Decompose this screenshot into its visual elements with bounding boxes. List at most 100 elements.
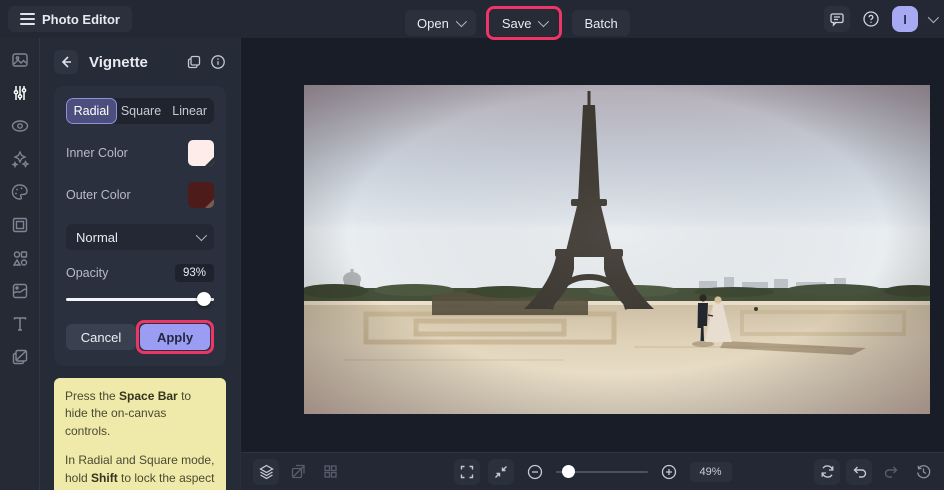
photo-eiffel-tower[interactable] bbox=[304, 85, 930, 414]
zoom-out-button[interactable] bbox=[521, 459, 547, 485]
app-title: Photo Editor bbox=[42, 11, 120, 27]
resize-icon bbox=[290, 463, 307, 480]
hamburger-icon bbox=[20, 13, 35, 25]
zoom-slider-thumb[interactable] bbox=[562, 465, 576, 478]
canvas-footer: 49% bbox=[241, 452, 944, 490]
fit-screen-button[interactable] bbox=[487, 458, 514, 485]
zoom-out-icon bbox=[525, 463, 543, 481]
resize-button[interactable] bbox=[285, 459, 311, 485]
opacity-slider-track[interactable] bbox=[66, 298, 214, 301]
touchup-sparkles-icon bbox=[10, 149, 30, 169]
cancel-button[interactable]: Cancel bbox=[66, 324, 136, 350]
fullscreen-button[interactable] bbox=[453, 458, 480, 485]
sidebar-item-touchup[interactable] bbox=[5, 147, 35, 171]
textures-layers-icon bbox=[10, 347, 30, 367]
top-bar: Photo Editor Open Save Batch I bbox=[0, 0, 944, 40]
zoom-in-button[interactable] bbox=[655, 459, 681, 485]
footer-left-tools bbox=[253, 458, 343, 485]
outer-color-label: Outer Color bbox=[66, 188, 131, 202]
opacity-row: Opacity 93% bbox=[66, 264, 214, 282]
info-icon bbox=[210, 54, 226, 70]
tab-square[interactable]: Square bbox=[117, 98, 166, 124]
sidebar-item-artsy[interactable] bbox=[5, 180, 35, 204]
layers-icon bbox=[258, 463, 275, 480]
inner-color-row: Inner Color bbox=[66, 140, 214, 166]
zoom-level-value[interactable]: 49% bbox=[689, 461, 732, 482]
zoom-slider[interactable] bbox=[555, 465, 648, 479]
annotation-highlight-save: Save bbox=[485, 6, 563, 40]
tip-paragraph-2: In Radial and Square mode, hold Shift to… bbox=[65, 453, 215, 490]
chevron-down-icon bbox=[538, 15, 550, 28]
tab-radial[interactable]: Radial bbox=[66, 98, 117, 124]
sidebar-item-graphics[interactable] bbox=[5, 246, 35, 270]
canvas-area: 49% bbox=[241, 38, 944, 490]
photo-editor-app: Photo Editor Open Save Batch I Vignette … bbox=[0, 0, 944, 490]
reset-button[interactable] bbox=[814, 458, 840, 485]
save-button[interactable]: Save bbox=[489, 10, 559, 36]
annotation-highlight-apply: Apply bbox=[136, 320, 214, 354]
grid-icon bbox=[322, 463, 339, 480]
fullscreen-icon bbox=[458, 464, 474, 480]
back-button[interactable] bbox=[54, 50, 78, 74]
zoom-in-icon bbox=[659, 463, 677, 481]
duplicate-icon bbox=[186, 54, 202, 70]
grid-view-button[interactable] bbox=[317, 459, 343, 485]
vignette-mode-tabs: Radial Square Linear bbox=[66, 98, 214, 124]
artsy-palette-icon bbox=[10, 182, 30, 202]
history-icon bbox=[915, 463, 932, 480]
feedback-chat-button[interactable] bbox=[824, 6, 850, 32]
tab-linear[interactable]: Linear bbox=[165, 98, 214, 124]
feedback-chat-icon bbox=[829, 11, 845, 27]
sidebar-item-edit[interactable] bbox=[5, 81, 35, 105]
sidebar-item-effects[interactable] bbox=[5, 114, 35, 138]
avatar[interactable]: I bbox=[892, 6, 918, 32]
panel-title: Vignette bbox=[89, 53, 148, 71]
sidebar-item-overlays[interactable] bbox=[5, 279, 35, 303]
save-label: Save bbox=[501, 15, 532, 31]
outer-color-swatch[interactable] bbox=[188, 182, 214, 208]
undo-button[interactable] bbox=[846, 458, 872, 485]
sidebar-item-image-manager[interactable] bbox=[5, 48, 35, 72]
text-icon bbox=[10, 314, 30, 334]
info-button[interactable] bbox=[210, 54, 226, 70]
overlays-icon bbox=[10, 281, 30, 301]
main-area: Vignette Radial Square Linear Inner Colo… bbox=[0, 38, 944, 490]
duplicate-button[interactable] bbox=[186, 54, 202, 70]
inner-color-label: Inner Color bbox=[66, 146, 128, 160]
apply-button[interactable]: Apply bbox=[140, 324, 210, 350]
batch-button[interactable]: Batch bbox=[572, 10, 630, 36]
effects-eye-icon bbox=[10, 116, 30, 136]
back-arrow-icon bbox=[59, 55, 73, 69]
sidebar-item-text[interactable] bbox=[5, 312, 35, 336]
blend-mode-value: Normal bbox=[76, 229, 118, 245]
opacity-label: Opacity bbox=[66, 266, 109, 280]
vignette-controls-card: Radial Square Linear Inner Color Outer C… bbox=[54, 86, 226, 366]
layers-button[interactable] bbox=[253, 458, 279, 485]
account-area: I bbox=[824, 0, 940, 38]
help-button[interactable] bbox=[858, 6, 884, 32]
opacity-slider[interactable] bbox=[66, 292, 214, 306]
panel-actions: Cancel Apply bbox=[66, 320, 214, 354]
batch-label: Batch bbox=[584, 15, 618, 31]
tip-box: Press the Space Bar to hide the on-canva… bbox=[54, 378, 226, 490]
chevron-down-icon[interactable] bbox=[927, 11, 940, 24]
chevron-down-icon bbox=[195, 229, 208, 242]
file-actions: Open Save Batch bbox=[405, 6, 630, 40]
sidebar-item-frames[interactable] bbox=[5, 213, 35, 237]
opacity-slider-thumb[interactable] bbox=[196, 292, 211, 306]
image-manager-icon bbox=[10, 50, 30, 70]
main-menu-button[interactable]: Photo Editor bbox=[8, 6, 132, 32]
outer-color-row: Outer Color bbox=[66, 182, 214, 208]
tool-sidebar bbox=[0, 38, 40, 490]
history-button[interactable] bbox=[910, 459, 936, 485]
open-button[interactable]: Open bbox=[405, 10, 476, 36]
open-label: Open bbox=[417, 15, 449, 31]
tip-paragraph-1: Press the Space Bar to hide the on-canva… bbox=[65, 389, 192, 438]
blend-mode-select[interactable]: Normal bbox=[66, 224, 214, 250]
redo-icon bbox=[883, 463, 900, 480]
redo-button[interactable] bbox=[878, 459, 904, 485]
inner-color-swatch[interactable] bbox=[188, 140, 214, 166]
undo-icon bbox=[851, 463, 868, 480]
avatar-initial: I bbox=[903, 11, 907, 27]
sidebar-item-textures[interactable] bbox=[5, 345, 35, 369]
